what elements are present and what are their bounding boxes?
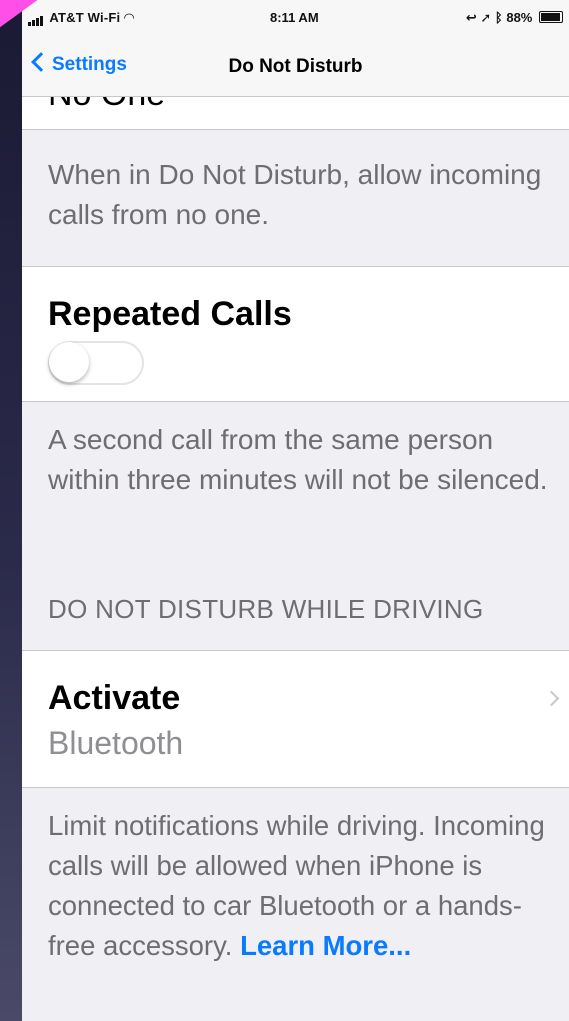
status-bar: AT&T Wi-Fi ◠ 8:11 AM ↩ ➚ ᛒ 88% <box>22 0 569 34</box>
activate-label: Activate <box>48 679 181 717</box>
repeated-calls-toggle[interactable] <box>48 341 144 385</box>
call-forward-icon: ↩ <box>465 10 477 25</box>
location-icon: ➚ <box>480 10 492 25</box>
repeated-calls-cell: Repeated Calls <box>22 266 569 402</box>
wifi-icon: ◠ <box>124 10 135 25</box>
signal-icon <box>28 11 44 26</box>
page-title: Do Not Disturb <box>228 56 363 77</box>
battery-percent: 88% <box>506 10 533 25</box>
battery-icon <box>539 11 563 23</box>
chevron-right-icon <box>543 690 560 707</box>
status-time: 8:11 AM <box>270 10 319 25</box>
status-right: ↩ ➚ ᛒ 88% <box>466 10 563 26</box>
carrier-area: AT&T Wi-Fi ◠ <box>28 10 134 26</box>
toggle-knob <box>49 342 89 382</box>
activate-value: Bluetooth <box>48 725 184 761</box>
driving-footer: Limit notifications while driving. Incom… <box>48 806 555 966</box>
activate-cell[interactable]: Activate Bluetooth <box>22 650 569 788</box>
settings-screen: AT&T Wi-Fi ◠ 8:11 AM ↩ ➚ ᛒ 88% Settings … <box>22 0 569 1021</box>
allow-calls-value-row[interactable]: No One <box>22 97 569 130</box>
navigation-bar: Settings Do Not Disturb <box>22 34 569 97</box>
allow-calls-footer: When in Do Not Disturb, allow incoming c… <box>48 159 542 230</box>
repeated-calls-label: Repeated Calls <box>48 295 292 333</box>
bluetooth-icon: ᛒ <box>494 10 503 25</box>
learn-more-link[interactable]: Learn More... <box>240 930 411 961</box>
repeated-calls-footer: A second call from the same person withi… <box>48 424 548 495</box>
driving-section-header: DO NOT DISTURB WHILE DRIVING <box>48 594 484 624</box>
carrier-label: AT&T Wi-Fi <box>49 10 121 25</box>
allow-calls-value: No One <box>48 97 165 114</box>
